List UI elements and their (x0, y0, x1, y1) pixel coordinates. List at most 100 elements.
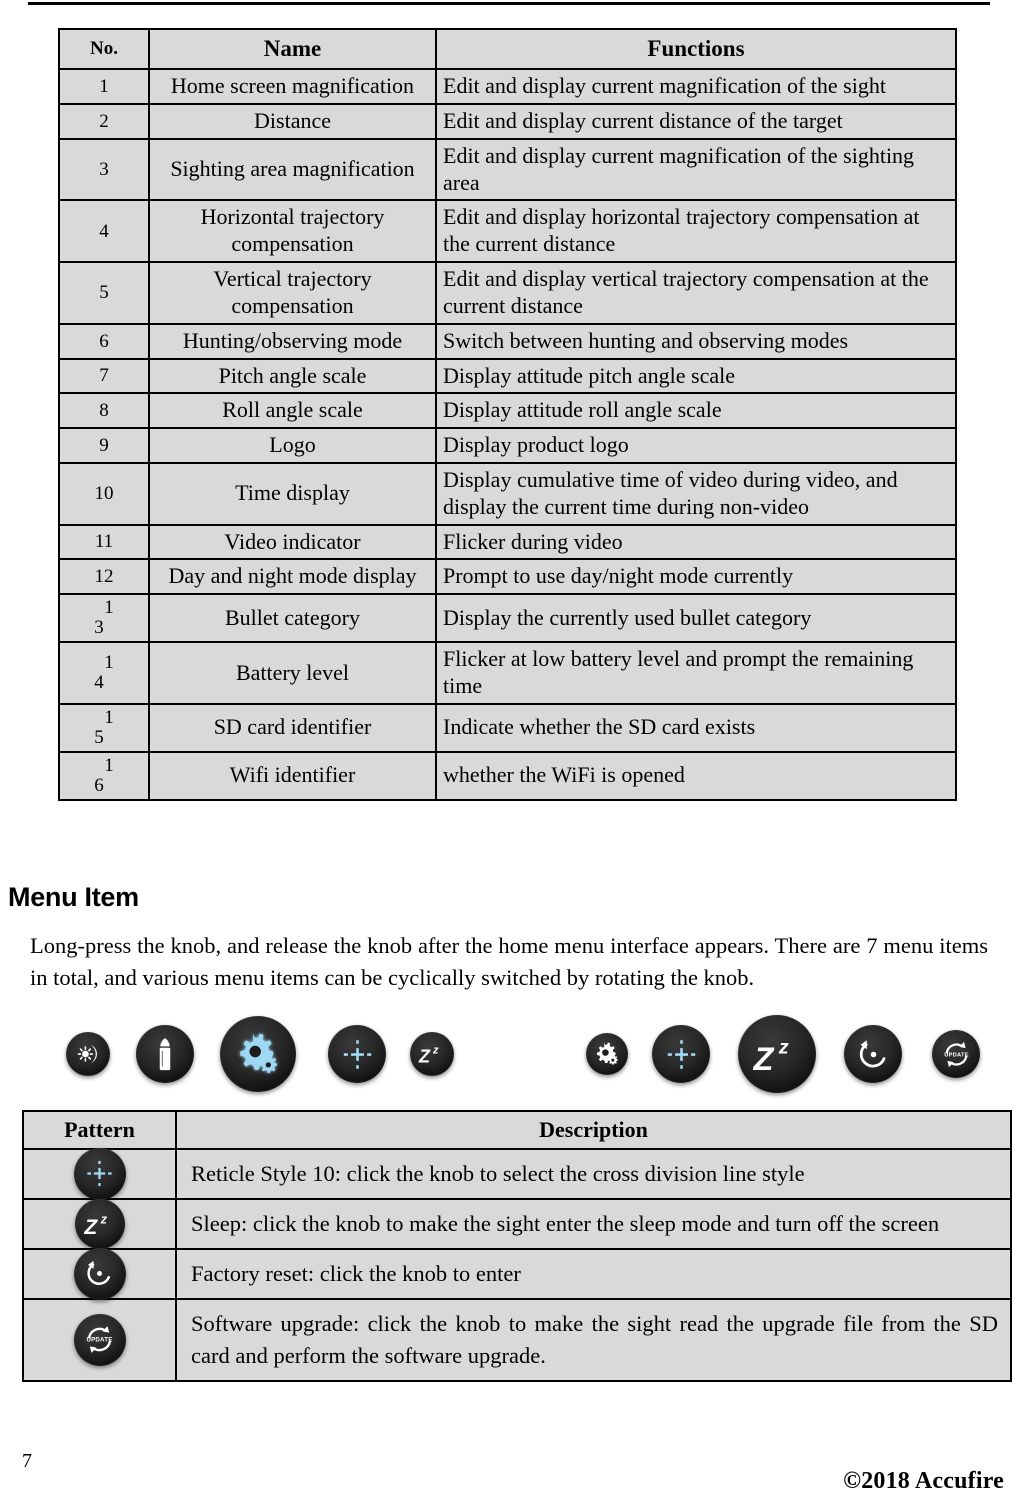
pattern-header-description: Description (175, 1110, 1012, 1150)
spec-row-number: 7 (58, 357, 150, 395)
pattern-description: Factory reset: click the knob to enter (175, 1247, 1012, 1300)
spec-row-function: Flicker during video (435, 523, 957, 561)
table-row: 1 5 SD card identifier Indicate whether the… (58, 702, 957, 753)
pattern-cell: Z z (22, 1197, 177, 1250)
factory-reset-icon[interactable] (844, 1025, 902, 1083)
spec-row-function: whether the WiFi is opened (435, 750, 957, 801)
factory-reset-icon[interactable] (73, 1247, 126, 1300)
table-row: 9 Logo Display product logo (58, 427, 957, 464)
bullet-category-icon[interactable] (136, 1025, 194, 1083)
table-row: 8 Roll angle scale Display attitude roll a… (58, 392, 957, 430)
spec-row-number: 1 (58, 68, 150, 105)
spec-row-number-bottom: 3 (94, 617, 104, 639)
spec-row-function: Display cumulative time of video during … (435, 461, 957, 526)
spec-row-number: 9 (58, 427, 150, 464)
menu-icon-strip: Z z Z z UPDATE (0, 1008, 1018, 1100)
sleep-zz-icon[interactable]: Z z (410, 1032, 454, 1076)
page-number: 7 (22, 1450, 32, 1472)
table-row: 12 Day and night mode display Prompt to us… (58, 558, 957, 596)
spec-row-name: Sighting area magnification (148, 137, 437, 202)
pattern-table: Pattern Description Reticle Style 10: cl… (22, 1110, 1012, 1382)
spec-table: No. Name Functions 1 Home screen magnific… (58, 27, 957, 801)
spec-row-number-top: 1 (104, 754, 114, 776)
spec-row-name: Bullet category (148, 593, 437, 644)
spec-row-number: 11 (58, 523, 150, 561)
spec-row-name: Horizontal trajectory compensation (148, 199, 437, 264)
spec-row-number: 8 (58, 392, 150, 430)
spec-row-number-top: 1 (104, 652, 114, 674)
sleep-zz-icon-active[interactable]: Z z (738, 1015, 816, 1093)
spec-row-number-bottom: 4 (94, 672, 104, 693)
svg-text:z: z (432, 1045, 439, 1057)
spec-header-name: Name (148, 27, 437, 71)
spec-row-number: 4 (58, 199, 150, 264)
spec-row-name: Roll angle scale (148, 392, 437, 430)
pattern-cell: UPDATE (22, 1297, 177, 1382)
copyright-notice: ©2018 Accufire (843, 1468, 1004, 1494)
spec-row-name: Vertical trajectory compensation (148, 261, 437, 325)
table-row: 6 Hunting/observing mode Switch between hu… (58, 322, 957, 360)
spec-row-number: 14 (58, 641, 150, 705)
svg-text:Z: Z (753, 1040, 775, 1076)
sleep-zz-icon[interactable]: Z z (74, 1198, 125, 1249)
spec-row-function: Edit and display current magnification o… (435, 68, 957, 105)
svg-text:UPDATE: UPDATE (86, 1337, 112, 1344)
spec-row-function: Flicker at low battery level and prompt … (435, 641, 957, 705)
spec-row-function: Edit and display current magnification o… (435, 137, 957, 202)
spec-row-name: Logo (148, 427, 437, 464)
table-row: 7 Pitch angle scale Display attitude pitch… (58, 357, 957, 395)
spec-row-function: Indicate whether the SD card exists (435, 702, 957, 753)
svg-text:UPDATE: UPDATE (944, 1052, 969, 1058)
spec-row-number-bottom: 5 (94, 726, 104, 748)
spec-row-function: Edit and display vertical trajectory com… (435, 261, 957, 325)
pattern-description: Reticle Style 10: click the knob to sele… (175, 1148, 1012, 1200)
spec-row-name: Hunting/observing mode (148, 322, 437, 360)
spec-row-number-top: 1 (104, 597, 114, 619)
spec-row-name: Wifi identifier (148, 750, 437, 801)
table-row: Reticle Style 10: click the knob to sele… (22, 1147, 1012, 1200)
spec-row-function: Switch between hunting and observing mod… (435, 322, 957, 360)
day-night-mode-icon[interactable] (66, 1032, 110, 1076)
spec-row-number: 16 (58, 750, 150, 801)
spec-row-name: Day and night mode display (148, 558, 437, 596)
spec-header-no: No. (58, 27, 150, 71)
spec-row-function: Prompt to use day/night mode currently (435, 558, 957, 596)
spec-row-function: Edit and display current distance of the… (435, 102, 957, 140)
spec-row-name: Distance (148, 102, 437, 140)
table-row: 1 Home screen magnification Edit and displ… (58, 68, 957, 105)
settings-gear-icon-small[interactable] (586, 1033, 628, 1075)
table-row: 4 Horizontal trajectory compensation Edit … (58, 199, 957, 264)
spec-row-function: Display attitude roll angle scale (435, 392, 957, 430)
spec-row-number: 10 (58, 461, 150, 526)
spec-row-number-top: 1 (104, 706, 114, 728)
spec-row-number: 6 (58, 322, 150, 360)
spec-row-name: Video indicator (148, 523, 437, 561)
reticle-crosshair-icon[interactable] (328, 1025, 386, 1083)
table-row: 11 Video indicator Flicker during video (58, 523, 957, 561)
svg-text:z: z (778, 1036, 789, 1058)
reticle-crosshair-icon[interactable] (73, 1147, 126, 1200)
page-title: Menu Item (8, 882, 139, 912)
spec-row-number: 15 (58, 702, 150, 753)
menu-item-paragraph: Long-press the knob, and release the kno… (30, 933, 988, 990)
spec-row-function: Edit and display horizontal trajectory c… (435, 199, 957, 264)
spec-row-name: SD card identifier (148, 702, 437, 753)
table-row: 1 3 Bullet category Display the currently u… (58, 593, 957, 644)
spec-row-function: Display product logo (435, 427, 957, 464)
spec-row-number-bottom: 6 (94, 774, 104, 796)
spec-row-number: 12 (58, 558, 150, 596)
table-row: 5 Vertical trajectory compensation Edit an… (58, 261, 957, 325)
table-row: 3 Sighting area magnification Edit and dis… (58, 137, 957, 202)
table-row: Z z Sleep: click the knob to make the si… (22, 1197, 1012, 1250)
spec-row-name: Time display (148, 461, 437, 526)
settings-gear-icon[interactable] (220, 1016, 296, 1092)
software-upgrade-icon[interactable]: UPDATE (932, 1030, 980, 1078)
reticle-crosshair-icon-2[interactable] (652, 1025, 710, 1083)
spec-row-name: Home screen magnification (148, 68, 437, 105)
spec-row-function: Display attitude pitch angle scale (435, 357, 957, 395)
spec-header-functions: Functions (435, 27, 957, 71)
spec-row-number: 2 (58, 102, 150, 140)
pattern-cell (22, 1147, 177, 1200)
pattern-cell (22, 1247, 177, 1300)
software-upgrade-icon[interactable]: UPDATE (73, 1313, 126, 1366)
